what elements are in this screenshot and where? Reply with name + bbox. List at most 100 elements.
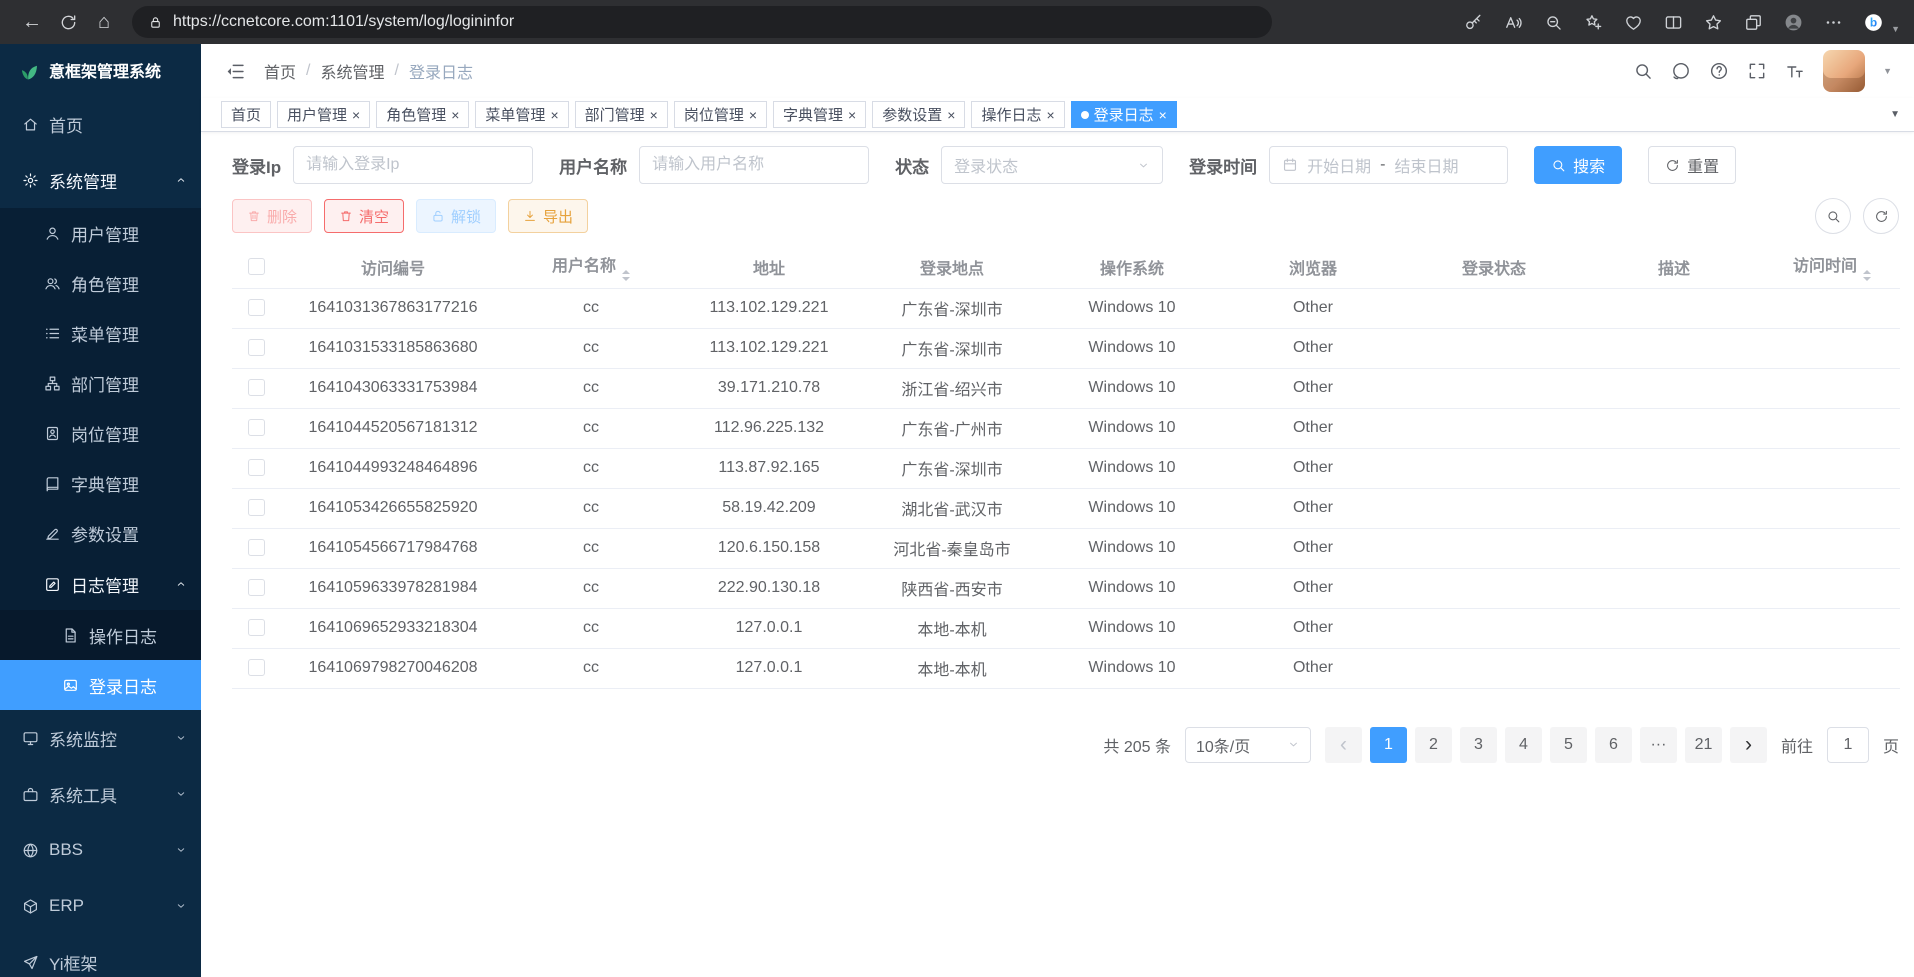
tab[interactable]: 部门管理 × bbox=[575, 101, 668, 128]
row-checkbox[interactable] bbox=[248, 659, 265, 676]
table-row[interactable]: 1641043063331753984 cc 39.171.210.78 浙江省… bbox=[232, 368, 1900, 408]
tab-close-icon[interactable]: × bbox=[1159, 108, 1167, 122]
sidebar-item-yi[interactable]: Yi框架 bbox=[0, 934, 201, 977]
copilot-caret-icon[interactable]: ▼ bbox=[1891, 24, 1900, 38]
sidebar-item-dict[interactable]: 字典管理 bbox=[0, 458, 201, 508]
breadcrumb-item[interactable]: 系统管理 bbox=[320, 59, 384, 83]
page-size-select[interactable]: 10条/页 bbox=[1185, 727, 1311, 763]
tab-close-icon[interactable]: × bbox=[749, 108, 757, 122]
table-row[interactable]: 1641069652933218304 cc 127.0.0.1 本地-本机 W… bbox=[232, 608, 1900, 648]
address-bar[interactable]: https://ccnetcore.com:1101/system/log/lo… bbox=[132, 6, 1272, 38]
tab-close-icon[interactable]: × bbox=[451, 108, 459, 122]
sidebar-item-user[interactable]: 用户管理 bbox=[0, 208, 201, 258]
tab-close-icon[interactable]: × bbox=[550, 108, 558, 122]
login-ip-input[interactable] bbox=[293, 146, 533, 184]
row-checkbox[interactable] bbox=[248, 579, 265, 596]
page-number-button[interactable]: 3 bbox=[1460, 727, 1497, 763]
row-checkbox[interactable] bbox=[248, 539, 265, 556]
table-row[interactable]: 1641044993248464896 cc 113.87.92.165 广东省… bbox=[232, 448, 1900, 488]
page-number-button[interactable]: 6 bbox=[1595, 727, 1632, 763]
unlock-button[interactable]: 解锁 bbox=[416, 199, 496, 233]
split-screen-icon[interactable] bbox=[1655, 6, 1691, 38]
page-number-button[interactable]: 5 bbox=[1550, 727, 1587, 763]
tab[interactable]: 首页 bbox=[221, 101, 271, 128]
collections-icon[interactable] bbox=[1735, 6, 1771, 38]
page-number-button[interactable]: 1 bbox=[1370, 727, 1407, 763]
export-button[interactable]: 导出 bbox=[508, 199, 588, 233]
sidebar-item-menu[interactable]: 菜单管理 bbox=[0, 308, 201, 358]
page-number-button[interactable]: 4 bbox=[1505, 727, 1542, 763]
sidebar-item-bbs[interactable]: BBS bbox=[0, 822, 201, 878]
sidebar-item-loginlog[interactable]: 登录日志 bbox=[0, 660, 201, 710]
tab[interactable]: 用户管理 × bbox=[277, 101, 370, 128]
sidebar-item-erp[interactable]: ERP bbox=[0, 878, 201, 934]
sidebar-item-param[interactable]: 参数设置 bbox=[0, 508, 201, 558]
tab-close-icon[interactable]: × bbox=[352, 108, 360, 122]
user-avatar[interactable] bbox=[1823, 50, 1865, 92]
tab-close-icon[interactable]: × bbox=[650, 108, 658, 122]
tab-options-caret-icon[interactable]: ▼ bbox=[1890, 109, 1900, 120]
sidebar-item-role[interactable]: 角色管理 bbox=[0, 258, 201, 308]
tab[interactable]: 操作日志 × bbox=[971, 101, 1064, 128]
browser-home-button[interactable]: ⌂ bbox=[86, 5, 122, 39]
row-checkbox[interactable] bbox=[248, 339, 265, 356]
row-checkbox[interactable] bbox=[248, 499, 265, 516]
reset-button[interactable]: 重置 bbox=[1648, 146, 1736, 184]
tab[interactable]: 角色管理 × bbox=[376, 101, 469, 128]
favorites-icon[interactable] bbox=[1695, 6, 1731, 38]
tab[interactable]: 参数设置 × bbox=[872, 101, 965, 128]
table-row[interactable]: 1641031367863177216 cc 113.102.129.221 广… bbox=[232, 288, 1900, 328]
table-row[interactable]: 1641054566717984768 cc 120.6.150.158 河北省… bbox=[232, 528, 1900, 568]
tab-close-icon[interactable]: × bbox=[848, 108, 856, 122]
password-key-icon[interactable] bbox=[1455, 6, 1491, 38]
sidebar-item-system[interactable]: 系统管理 bbox=[0, 152, 201, 208]
browser-profile-avatar[interactable] bbox=[1775, 6, 1811, 38]
tab[interactable]: 岗位管理 × bbox=[674, 101, 767, 128]
help-icon[interactable] bbox=[1709, 61, 1729, 81]
sidebar-item-monitor[interactable]: 系统监控 bbox=[0, 710, 201, 766]
column-header-time[interactable]: 访问时间 bbox=[1764, 246, 1900, 288]
tab[interactable]: 字典管理 × bbox=[773, 101, 866, 128]
browser-refresh-button[interactable] bbox=[50, 5, 86, 39]
github-icon[interactable] bbox=[1671, 61, 1691, 81]
table-row[interactable]: 1641031533185863680 cc 113.102.129.221 广… bbox=[232, 328, 1900, 368]
more-options-icon[interactable] bbox=[1815, 6, 1851, 38]
delete-button[interactable]: 删除 bbox=[232, 199, 312, 233]
page-number-button[interactable]: ··· bbox=[1640, 727, 1677, 763]
zoom-out-icon[interactable] bbox=[1535, 6, 1571, 38]
status-select[interactable]: 登录状态 bbox=[941, 146, 1163, 184]
add-favorite-icon[interactable] bbox=[1575, 6, 1611, 38]
page-number-button[interactable]: 2 bbox=[1415, 727, 1452, 763]
row-checkbox[interactable] bbox=[248, 419, 265, 436]
sort-carets-icon[interactable] bbox=[622, 270, 630, 281]
clear-button[interactable]: 清空 bbox=[324, 199, 404, 233]
breadcrumb-item[interactable]: 首页 bbox=[264, 59, 296, 83]
table-row[interactable]: 1641059633978281984 cc 222.90.130.18 陕西省… bbox=[232, 568, 1900, 608]
read-aloud-icon[interactable] bbox=[1495, 6, 1531, 38]
column-header-user[interactable]: 用户名称 bbox=[506, 246, 676, 288]
browser-essentials-icon[interactable] bbox=[1615, 6, 1651, 38]
select-all-checkbox[interactable] bbox=[248, 258, 265, 275]
row-checkbox[interactable] bbox=[248, 619, 265, 636]
toggle-search-button[interactable] bbox=[1815, 198, 1851, 234]
row-checkbox[interactable] bbox=[248, 379, 265, 396]
sort-carets-icon[interactable] bbox=[1863, 270, 1871, 281]
sidebar-item-post[interactable]: 岗位管理 bbox=[0, 408, 201, 458]
fullscreen-icon[interactable] bbox=[1747, 61, 1767, 81]
sidebar-item-dept[interactable]: 部门管理 bbox=[0, 358, 201, 408]
prev-page-button[interactable]: ‹ bbox=[1325, 727, 1362, 763]
page-number-button[interactable]: 21 bbox=[1685, 727, 1722, 763]
search-icon[interactable] bbox=[1633, 61, 1653, 81]
copilot-icon[interactable]: b bbox=[1855, 6, 1891, 38]
browser-back-button[interactable]: ← bbox=[14, 5, 50, 39]
tab-close-icon[interactable]: × bbox=[1046, 108, 1054, 122]
sidebar-item-operlog[interactable]: 操作日志 bbox=[0, 610, 201, 660]
username-input[interactable] bbox=[639, 146, 869, 184]
tab[interactable]: 菜单管理 × bbox=[475, 101, 568, 128]
table-row[interactable]: 1641069798270046208 cc 127.0.0.1 本地-本机 W… bbox=[232, 648, 1900, 688]
search-button[interactable]: 搜索 bbox=[1534, 146, 1622, 184]
sidebar-fold-icon[interactable] bbox=[225, 61, 246, 82]
row-checkbox[interactable] bbox=[248, 299, 265, 316]
sidebar-item-home[interactable]: 首页 bbox=[0, 96, 201, 152]
date-range-picker[interactable]: 开始日期 - 结束日期 bbox=[1269, 146, 1508, 184]
